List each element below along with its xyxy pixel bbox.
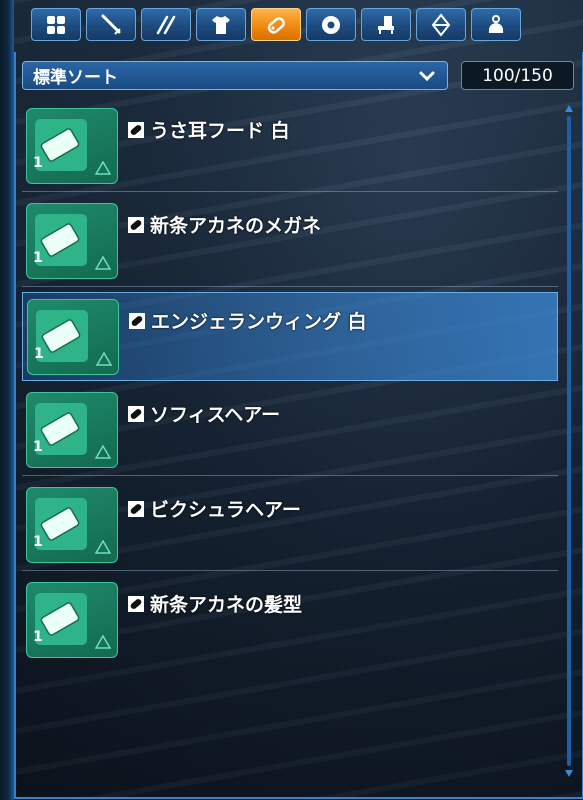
triangle-icon [95, 161, 111, 175]
tab-costume[interactable] [196, 8, 246, 41]
list-item[interactable]: 1 うさ耳フード 白 [22, 102, 558, 192]
list-item-selected[interactable]: 1 エンジェランウィング 白 [22, 292, 558, 381]
item-quantity: 1 [33, 250, 43, 266]
tab-materials[interactable] [416, 8, 466, 41]
double-slash-icon [156, 15, 176, 34]
accessory-tag-icon [128, 216, 144, 233]
accessory-tag-icon [128, 500, 144, 517]
triangle-icon [95, 635, 111, 649]
tab-other[interactable] [471, 8, 521, 41]
ticket-icon [40, 128, 80, 162]
item-thumbnail: 1 [26, 203, 118, 279]
category-tabs [31, 8, 521, 41]
tab-accessories[interactable] [251, 8, 301, 41]
item-thumbnail: 1 [26, 392, 118, 468]
bag-icon [488, 14, 504, 33]
shirt-icon [212, 15, 230, 34]
tab-dual-weapons[interactable] [141, 8, 191, 41]
item-name: 新条アカネの髪型 [150, 594, 303, 616]
accessory-tag-icon [128, 405, 144, 422]
sort-dropdown[interactable]: 標準ソート [22, 61, 448, 90]
scroll-up-arrow-icon[interactable] [564, 104, 574, 114]
item-list: 1 うさ耳フード 白 1 新条アカネのメガネ 1 エンジェランウィング 白 1 … [22, 102, 558, 670]
item-name: ビクシュラヘアー [150, 499, 301, 521]
triangle-icon [95, 540, 111, 554]
list-item[interactable]: 1 ビクシュラヘアー [22, 481, 558, 571]
scrollbar[interactable] [564, 104, 574, 778]
item-thumbnail: 1 [26, 487, 118, 563]
stool-icon [378, 15, 394, 34]
left-edge-frame [0, 0, 14, 800]
item-quantity: 1 [33, 629, 43, 645]
item-thumbnail: 1 [27, 299, 119, 375]
tab-all[interactable] [31, 8, 81, 41]
scroll-down-arrow-icon[interactable] [564, 768, 574, 778]
sort-label: 標準ソート [33, 68, 118, 88]
item-name: うさ耳フード 白 [150, 120, 290, 142]
item-quantity: 1 [33, 155, 43, 171]
list-item[interactable]: 1 ソフィスヘアー [22, 386, 558, 476]
ticket-icon [40, 602, 80, 636]
sword-icon [101, 14, 121, 35]
list-item[interactable]: 1 新条アカネの髪型 [22, 576, 558, 665]
item-quantity: 1 [33, 534, 43, 550]
triangle-icon [96, 352, 112, 366]
ticket-icon [41, 319, 81, 353]
disc-icon [322, 15, 340, 34]
scroll-thumb[interactable] [567, 116, 571, 766]
item-thumbnail: 1 [26, 108, 118, 184]
triangle-icon [95, 256, 111, 270]
tag-icon [267, 16, 285, 34]
item-quantity: 1 [34, 346, 44, 362]
item-quantity: 1 [33, 439, 43, 455]
accessory-tag-icon [128, 121, 144, 138]
ticket-icon [40, 223, 80, 257]
chevron-down-icon [419, 71, 435, 82]
triangle-icon [95, 445, 111, 459]
accessory-tag-icon [128, 595, 144, 612]
item-thumbnail: 1 [26, 582, 118, 658]
tab-weapons[interactable] [86, 8, 136, 41]
item-name: ソフィスヘアー [150, 404, 281, 426]
item-count: 100/150 [461, 61, 574, 90]
crystal-icon [431, 12, 451, 37]
item-name: 新条アカネのメガネ [150, 215, 322, 237]
tab-room-goods[interactable] [361, 8, 411, 41]
list-item[interactable]: 1 新条アカネのメガネ [22, 197, 558, 287]
grid-icon [47, 15, 65, 34]
tab-discs[interactable] [306, 8, 356, 41]
item-name: エンジェランウィング 白 [151, 311, 367, 333]
ticket-icon [40, 412, 80, 446]
accessory-tag-icon [129, 312, 145, 329]
ticket-icon [40, 507, 80, 541]
